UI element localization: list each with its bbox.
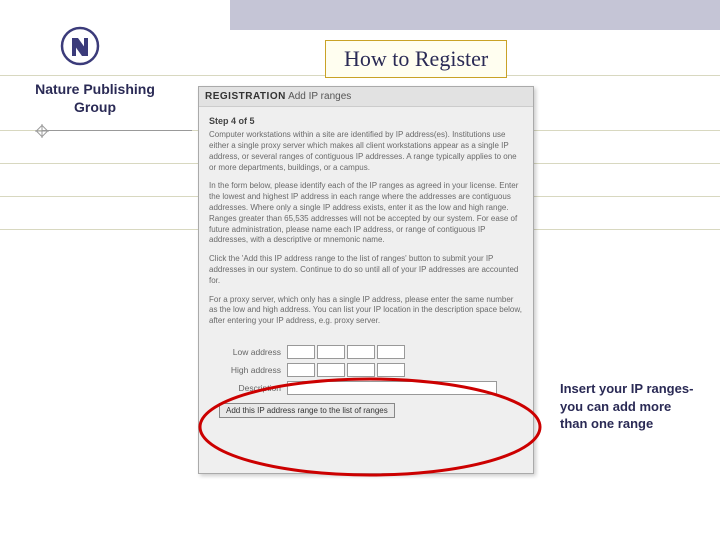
brand-name: Nature Publishing Group [15, 80, 175, 116]
instruction-paragraph: Click the 'Add this IP address range to … [209, 254, 523, 286]
callout-text: Insert your IP ranges- you can add more … [560, 380, 700, 433]
ip-octet-input[interactable] [347, 345, 375, 359]
ip-octet-input[interactable] [317, 345, 345, 359]
ip-octet-input[interactable] [377, 345, 405, 359]
ip-octet-input[interactable] [377, 363, 405, 377]
brand-logo [60, 26, 100, 66]
step-indicator: Step 4 of 5 [209, 115, 523, 127]
page-title: How to Register [325, 40, 507, 78]
high-address-row: High address [209, 363, 523, 377]
header-rest: Add IP ranges [288, 91, 351, 102]
brand-underline [42, 130, 192, 131]
description-input[interactable] [287, 381, 497, 395]
ip-octet-input[interactable] [347, 363, 375, 377]
screenshot-body: Step 4 of 5 Computer workstations within… [199, 107, 533, 341]
add-range-button[interactable]: Add this IP address range to the list of… [219, 403, 395, 418]
ip-octet-input[interactable] [317, 363, 345, 377]
instruction-paragraph: In the form below, please identify each … [209, 181, 523, 246]
ip-range-form: Low address High address Description Add… [199, 341, 533, 426]
ip-octet-input[interactable] [287, 345, 315, 359]
instruction-paragraph: Computer workstations within a site are … [209, 130, 523, 173]
high-address-label: High address [209, 365, 287, 375]
low-address-label: Low address [209, 347, 287, 357]
registration-screenshot: REGISTRATION Add IP ranges Step 4 of 5 C… [198, 86, 534, 474]
top-bar [230, 0, 720, 30]
header-bold: REGISTRATION [205, 91, 286, 102]
screenshot-header: REGISTRATION Add IP ranges [199, 87, 533, 107]
description-label: Description [209, 383, 287, 393]
description-row: Description [209, 381, 523, 395]
instruction-paragraph: For a proxy server, which only has a sin… [209, 295, 523, 327]
low-address-row: Low address [209, 345, 523, 359]
ip-octet-input[interactable] [287, 363, 315, 377]
diamond-bullet-icon [35, 124, 49, 138]
